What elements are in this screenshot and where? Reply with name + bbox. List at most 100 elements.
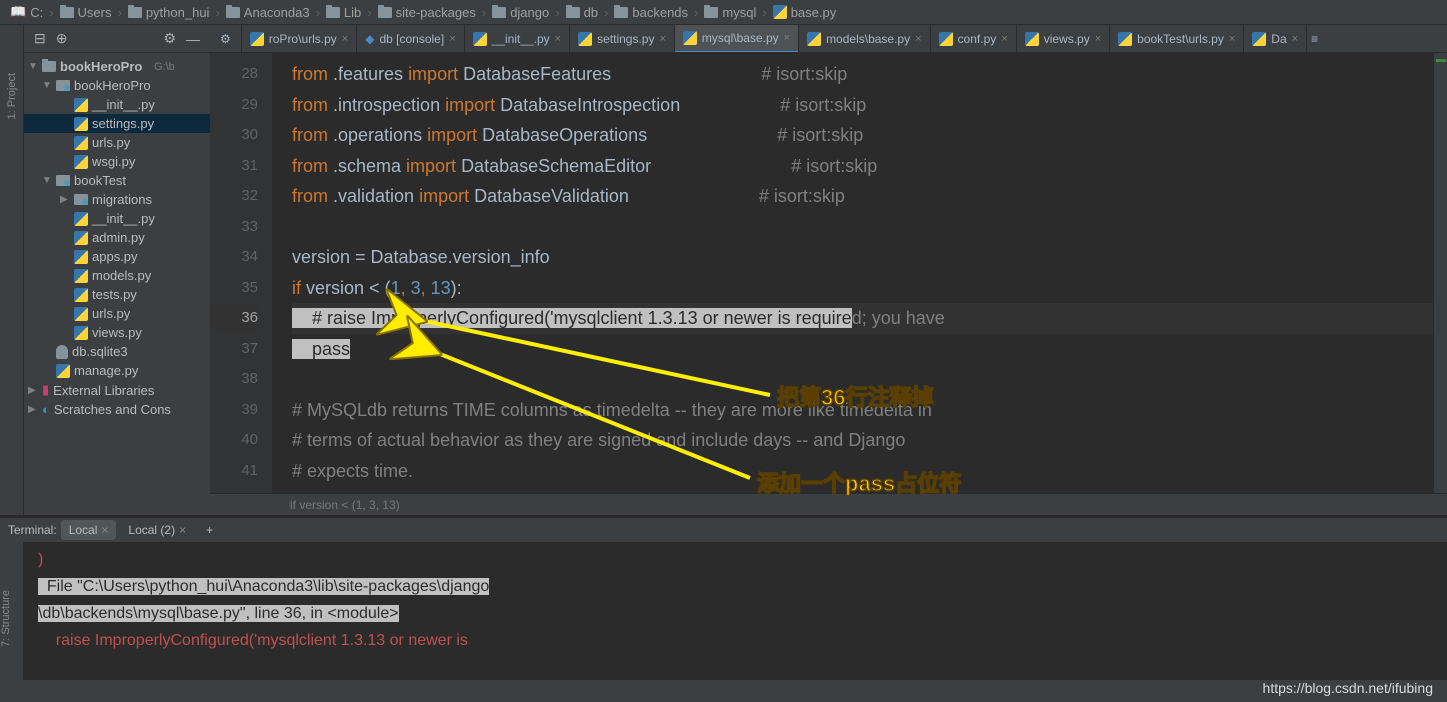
close-icon[interactable]: × [784, 32, 790, 44]
line-number[interactable]: 35 [210, 273, 258, 304]
target-icon[interactable]: ⊕ [56, 30, 68, 47]
folder-icon [56, 80, 70, 91]
structure-tool-tab[interactable]: 7: Structure [0, 582, 12, 655]
tab-settings-gear[interactable]: ⚙ [210, 25, 242, 53]
tree-item[interactable]: manage.py [24, 361, 210, 380]
tree-item[interactable]: __init__.py [24, 209, 210, 228]
folder-icon [492, 7, 506, 18]
chevron-icon[interactable]: ▼ [42, 80, 52, 91]
tree-root[interactable]: ▼bookHeroPro G:\b [24, 57, 210, 76]
bc-item[interactable]: mysql [702, 5, 758, 20]
tree-item[interactable]: views.py [24, 323, 210, 342]
tree-item[interactable]: ▶migrations [24, 190, 210, 209]
bc-item[interactable]: Users [58, 5, 114, 20]
tree-scratches[interactable]: ▶◐Scratches and Cons [24, 400, 210, 419]
close-icon[interactable]: × [342, 33, 348, 45]
code-editor[interactable]: 2829303132333435363738394041 from .featu… [210, 53, 1447, 493]
tree-external[interactable]: ▶▮External Libraries [24, 380, 210, 400]
bc-item[interactable]: backends [612, 5, 690, 20]
bc-root[interactable]: 📖 C: [8, 4, 45, 20]
tree-item[interactable]: admin.py [24, 228, 210, 247]
close-icon[interactable]: × [1095, 33, 1101, 45]
bc-item[interactable]: Lib [324, 5, 363, 20]
chevron-right-icon[interactable]: ▶ [28, 404, 38, 415]
editor-tab[interactable]: views.py× [1017, 25, 1110, 53]
editor-tab[interactable]: Da× [1244, 25, 1307, 53]
line-number[interactable]: 33 [210, 212, 258, 243]
chevron-right-icon[interactable]: ▶ [28, 385, 38, 396]
line-number[interactable]: 37 [210, 334, 258, 365]
bc-item[interactable]: Anaconda3 [224, 5, 312, 20]
editor-tab[interactable]: roPro\urls.py × [242, 25, 357, 53]
tree-item[interactable]: ▼bookTest [24, 171, 210, 190]
tree-item[interactable]: db.sqlite3 [24, 342, 210, 361]
chevron-icon[interactable]: ▼ [42, 175, 52, 186]
editor-tab[interactable]: __init__.py× [465, 25, 570, 53]
line-number[interactable]: 34 [210, 242, 258, 273]
chevron-icon[interactable]: ▶ [60, 194, 70, 205]
terminal-tab-local2[interactable]: Local (2)× [120, 520, 194, 540]
close-icon[interactable]: × [1229, 33, 1235, 45]
minimize-icon[interactable]: — [186, 31, 200, 47]
line-number[interactable]: 36 [210, 303, 258, 334]
terminal-tab-local[interactable]: Local× [61, 520, 117, 540]
bc-file[interactable]: base.py [771, 5, 839, 20]
line-number[interactable]: 30 [210, 120, 258, 151]
close-icon[interactable]: × [101, 523, 108, 537]
line-number[interactable]: 39 [210, 395, 258, 426]
editor-tab[interactable]: mysql\base.py× [675, 25, 799, 53]
tab-label: roPro\urls.py [269, 32, 337, 46]
close-icon[interactable]: × [555, 33, 561, 45]
editor-tab[interactable]: models\base.py× [799, 25, 930, 53]
line-number[interactable]: 38 [210, 364, 258, 395]
collapse-icon[interactable]: ⊟ [34, 30, 46, 47]
line-number[interactable]: 28 [210, 59, 258, 90]
tree-item[interactable]: wsgi.py [24, 152, 210, 171]
close-icon[interactable]: × [659, 33, 665, 45]
terminal-add[interactable]: + [198, 520, 221, 540]
terminal-output[interactable]: ) File "C:\Users\python_hui\Anaconda3\li… [24, 542, 1447, 680]
editor-breadcrumb[interactable]: if version < (1, 3, 13) [210, 493, 1447, 515]
bc-item[interactable]: site-packages [376, 5, 478, 20]
project-tree[interactable]: ▼bookHeroPro G:\b ▼bookHeroPro__init__.p… [24, 53, 210, 423]
tab-list-icon[interactable]: ≡ [1307, 25, 1322, 53]
close-icon[interactable]: × [1292, 33, 1298, 45]
tree-item[interactable]: tests.py [24, 285, 210, 304]
tree-item[interactable]: __init__.py [24, 95, 210, 114]
code-content[interactable]: from .features import DatabaseFeatures #… [272, 53, 1433, 493]
editor-tab[interactable]: conf.py× [931, 25, 1017, 53]
line-number[interactable]: 32 [210, 181, 258, 212]
play-icon[interactable]: ▶ [1435, 121, 1443, 134]
tree-item[interactable]: urls.py [24, 133, 210, 152]
close-icon[interactable]: × [1001, 33, 1007, 45]
bc-item[interactable]: python_hui [126, 5, 212, 20]
tree-item[interactable]: urls.py [24, 304, 210, 323]
bc-item[interactable]: django [490, 5, 551, 20]
tree-item[interactable]: settings.py [24, 114, 210, 133]
project-tool-tab[interactable]: 1: Project [6, 65, 18, 127]
tree-item[interactable]: models.py [24, 266, 210, 285]
line-number[interactable]: 41 [210, 456, 258, 487]
editor-marker-strip[interactable] [1433, 53, 1447, 493]
python-icon [56, 364, 70, 378]
database-icon: ◆ [365, 32, 374, 46]
bc-item[interactable]: db [564, 5, 600, 20]
line-number[interactable]: 40 [210, 425, 258, 456]
chevron-down-icon[interactable]: ▼ [28, 61, 38, 72]
line-number[interactable]: 31 [210, 151, 258, 182]
tree-item[interactable]: ▼bookHeroPro [24, 76, 210, 95]
folder-icon [614, 7, 628, 18]
editor-tab[interactable]: settings.py× [570, 25, 675, 53]
editor-tab[interactable]: ◆db [console]× [357, 25, 464, 53]
library-icon: ▮ [42, 382, 49, 398]
python-icon [74, 155, 88, 169]
folder-icon [42, 61, 56, 72]
close-icon[interactable]: × [449, 33, 455, 45]
close-icon[interactable]: × [915, 33, 921, 45]
close-icon[interactable]: × [179, 523, 186, 537]
editor-tab[interactable]: bookTest\urls.py× [1110, 25, 1244, 53]
folder-icon [226, 7, 240, 18]
tree-item[interactable]: apps.py [24, 247, 210, 266]
line-number[interactable]: 29 [210, 90, 258, 121]
gear-icon[interactable]: ⚙ [163, 30, 176, 47]
